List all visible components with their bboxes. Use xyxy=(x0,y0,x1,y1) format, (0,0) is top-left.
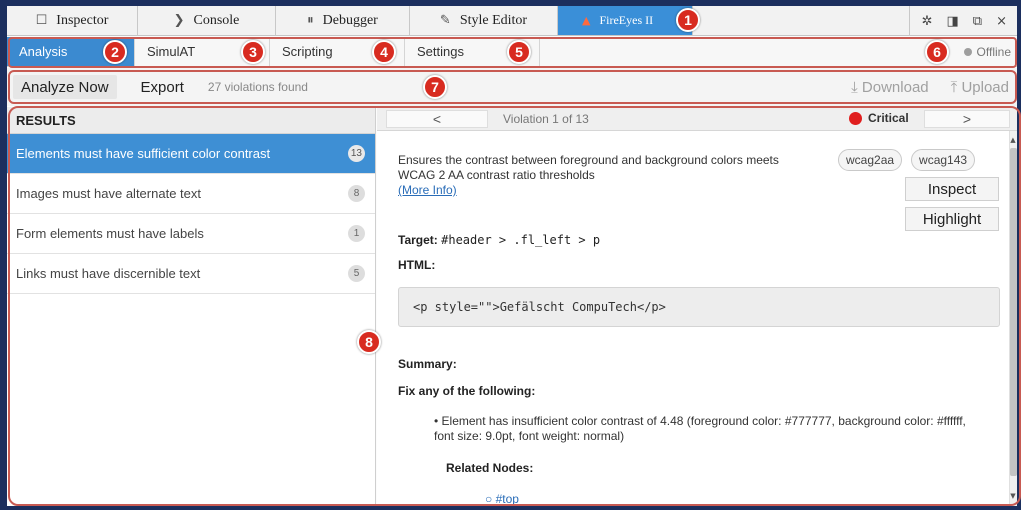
wcag-tag[interactable]: wcag2aa xyxy=(838,149,903,171)
gear-icon[interactable]: ✲ xyxy=(922,14,933,29)
callout-badge-4: 4 xyxy=(372,40,396,64)
result-row[interactable]: Images must have alternate text 8 xyxy=(7,174,375,214)
callout-badge-2: 2 xyxy=(103,40,127,64)
scroll-up-icon[interactable]: ▲ xyxy=(1009,134,1017,146)
status-label: Offline xyxy=(976,45,1011,59)
fireeyes-icon: ▲ xyxy=(582,14,591,27)
callout-badge-3: 3 xyxy=(241,40,265,64)
export-button[interactable]: Export xyxy=(131,79,194,96)
pencil-icon: ✎ xyxy=(439,13,451,28)
square-icon: ☐ xyxy=(35,13,48,28)
more-info-link[interactable]: (More Info) xyxy=(398,183,457,197)
related-nodes-label: Related Nodes: xyxy=(446,461,534,475)
callout-badge-1: 1 xyxy=(676,8,700,32)
tab-inspector-label: Inspector xyxy=(56,12,109,28)
chevron-right-icon: ❯ xyxy=(173,13,185,28)
toolbar-right: ⤓ Download ⤒ Upload xyxy=(851,68,1009,106)
callout-badge-6: 6 xyxy=(925,40,949,64)
tab-style-editor-label: Style Editor xyxy=(459,12,528,28)
result-row-label: Links must have discernible text xyxy=(16,266,201,281)
callout-badge-5: 5 xyxy=(507,40,531,64)
detail-scrollbar-thumb[interactable] xyxy=(1010,148,1017,476)
analysis-toolbar: Analyze Now Export 27 violations found ⤓… xyxy=(7,68,1017,106)
tab-console[interactable]: ❯ Console xyxy=(138,6,276,35)
download-button[interactable]: ⤓ Download xyxy=(851,79,929,96)
related-node-link[interactable]: #top xyxy=(496,492,519,506)
tab-debugger-label: Debugger xyxy=(322,12,378,28)
severity-badge: Critical xyxy=(849,111,909,125)
html-label: HTML: xyxy=(398,258,436,272)
popout-icon[interactable]: ⧉ xyxy=(973,14,982,29)
devtools-tab-bar: ☐ Inspector ❯ Console ⏸ Debugger ✎ Style… xyxy=(7,6,1017,36)
fix-heading: Fix any of the following: xyxy=(398,384,536,398)
highlight-button[interactable]: Highlight xyxy=(905,207,999,231)
results-panel: RESULTS Elements must have sufficient co… xyxy=(7,107,376,506)
result-count-badge: 8 xyxy=(348,185,365,202)
status-dot-icon xyxy=(963,48,972,56)
wcag-tag[interactable]: wcag143 xyxy=(911,149,976,171)
upload-label: Upload xyxy=(961,78,1009,96)
target-label: Target: xyxy=(398,233,438,247)
violation-counter: Violation 1 of 13 xyxy=(503,112,589,126)
upload-icon: ⤒ xyxy=(950,78,958,96)
close-icon[interactable]: × xyxy=(996,14,1007,29)
callout-badge-8: 8 xyxy=(357,330,381,354)
circle-bullet-icon: ○ xyxy=(485,492,496,506)
violations-count: 27 violations found xyxy=(207,80,308,94)
callout-badge-7: 7 xyxy=(423,75,447,99)
download-label: Download xyxy=(861,78,929,96)
result-row[interactable]: Form elements must have labels 1 xyxy=(7,214,375,254)
violation-detail-panel: < Violation 1 of 13 Critical > Ensures t… xyxy=(377,107,1017,506)
html-snippet: <p style="">Gefälscht CompuTech</p> xyxy=(398,287,1000,327)
tab-inspector[interactable]: ☐ Inspector xyxy=(7,6,138,35)
result-count-badge: 1 xyxy=(348,225,365,242)
inspect-button[interactable]: Inspect xyxy=(905,177,999,201)
summary-label: Summary: xyxy=(398,357,457,371)
fix-item-text: Element has insufficient color contrast … xyxy=(434,414,966,443)
tab-fireeyes-label: FireEyes II xyxy=(599,13,654,27)
pause-circle-icon: ⏸ xyxy=(307,13,314,28)
connection-status: Offline xyxy=(963,37,1011,67)
target-value: #header > .fl_left > p xyxy=(441,233,601,247)
results-header: RESULTS xyxy=(7,107,375,134)
severity-label: Critical xyxy=(868,111,909,125)
scroll-down-icon[interactable]: ▼ xyxy=(1009,490,1017,502)
upload-button[interactable]: ⤒ Upload xyxy=(951,79,1009,96)
tab-style-editor[interactable]: ✎ Style Editor xyxy=(410,6,558,35)
tab-fireeyes[interactable]: ▲ FireEyes II xyxy=(558,6,693,35)
devtools-controls: ✲ ◨ ⧉ × xyxy=(908,6,1017,36)
result-row-label: Elements must have sufficient color cont… xyxy=(16,146,271,161)
next-violation-button[interactable]: > xyxy=(924,110,1010,128)
target-selector: Target: #header > .fl_left > p xyxy=(398,233,600,247)
dock-side-icon[interactable]: ◨ xyxy=(947,14,959,29)
result-count-badge: 13 xyxy=(347,145,365,162)
violation-nav-bar: < Violation 1 of 13 Critical > xyxy=(377,107,1017,131)
violation-description: Ensures the contrast between foreground … xyxy=(398,153,798,198)
previous-violation-button[interactable]: < xyxy=(386,110,488,128)
wcag-tags: wcag2aa wcag143 xyxy=(838,149,976,171)
critical-dot-icon xyxy=(849,111,862,125)
result-row[interactable]: Elements must have sufficient color cont… xyxy=(7,134,375,174)
result-row[interactable]: Links must have discernible text 5 xyxy=(7,254,375,294)
tab-console-label: Console xyxy=(193,12,240,28)
fix-item: • Element has insufficient color contras… xyxy=(434,414,974,444)
result-row-label: Images must have alternate text xyxy=(16,186,201,201)
tab-debugger[interactable]: ⏸ Debugger xyxy=(276,6,410,35)
devtools-window: ☐ Inspector ❯ Console ⏸ Debugger ✎ Style… xyxy=(7,6,1017,506)
analyze-now-button[interactable]: Analyze Now xyxy=(13,75,117,99)
related-node: ○ #top xyxy=(485,492,519,506)
download-icon: ⤓ xyxy=(851,78,858,96)
violation-description-text: Ensures the contrast between foreground … xyxy=(398,153,779,182)
result-row-label: Form elements must have labels xyxy=(16,226,204,241)
bullet-icon: • xyxy=(434,414,442,428)
result-count-badge: 5 xyxy=(348,265,365,282)
